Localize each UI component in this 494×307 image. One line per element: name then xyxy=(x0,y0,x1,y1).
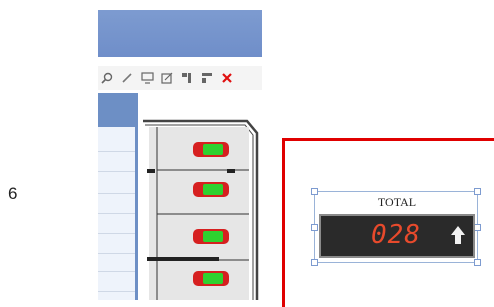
step-number: 6 xyxy=(8,184,18,203)
toolbar xyxy=(98,66,262,90)
car-icon[interactable] xyxy=(193,182,229,197)
car-icon[interactable] xyxy=(193,142,229,157)
counter-display: 028 xyxy=(319,214,475,258)
counter-title: TOTAL xyxy=(377,195,417,209)
counter-value: 028 xyxy=(371,220,421,250)
resize-handle[interactable] xyxy=(311,188,318,195)
parking-lot-map xyxy=(143,119,259,300)
resize-handle[interactable] xyxy=(311,224,318,231)
list-row-divider xyxy=(98,253,135,254)
pencil-icon[interactable] xyxy=(120,71,134,85)
counter-widget[interactable]: TOTAL 028 xyxy=(311,188,481,266)
list-row-divider xyxy=(98,171,135,172)
search-icon[interactable] xyxy=(100,71,114,85)
resize-handle[interactable] xyxy=(474,259,481,266)
edit-icon[interactable] xyxy=(160,71,174,85)
window-title-bar xyxy=(98,10,262,57)
delete-icon[interactable] xyxy=(220,71,234,85)
list-row-divider xyxy=(98,151,135,152)
total-counter-panel: TOTAL 028 xyxy=(282,138,494,307)
resize-handle[interactable] xyxy=(474,188,481,195)
parking-lot-canvas[interactable] xyxy=(141,93,262,300)
car-icon[interactable] xyxy=(193,229,229,244)
car-icon[interactable] xyxy=(193,271,229,286)
monitor-icon[interactable] xyxy=(140,71,154,85)
up-arrow-icon xyxy=(449,224,467,251)
object-list-pane xyxy=(98,93,138,300)
list-row-divider xyxy=(98,291,135,292)
resize-handle[interactable] xyxy=(474,224,481,231)
list-row-divider xyxy=(98,193,135,194)
layout-icon[interactable] xyxy=(200,71,214,85)
list-row-divider xyxy=(98,233,135,234)
align-icon[interactable] xyxy=(180,71,194,85)
list-row-divider xyxy=(98,271,135,272)
pane-header xyxy=(98,93,135,127)
editor-window xyxy=(98,0,262,300)
resize-handle[interactable] xyxy=(311,259,318,266)
list-row-divider xyxy=(98,213,135,214)
